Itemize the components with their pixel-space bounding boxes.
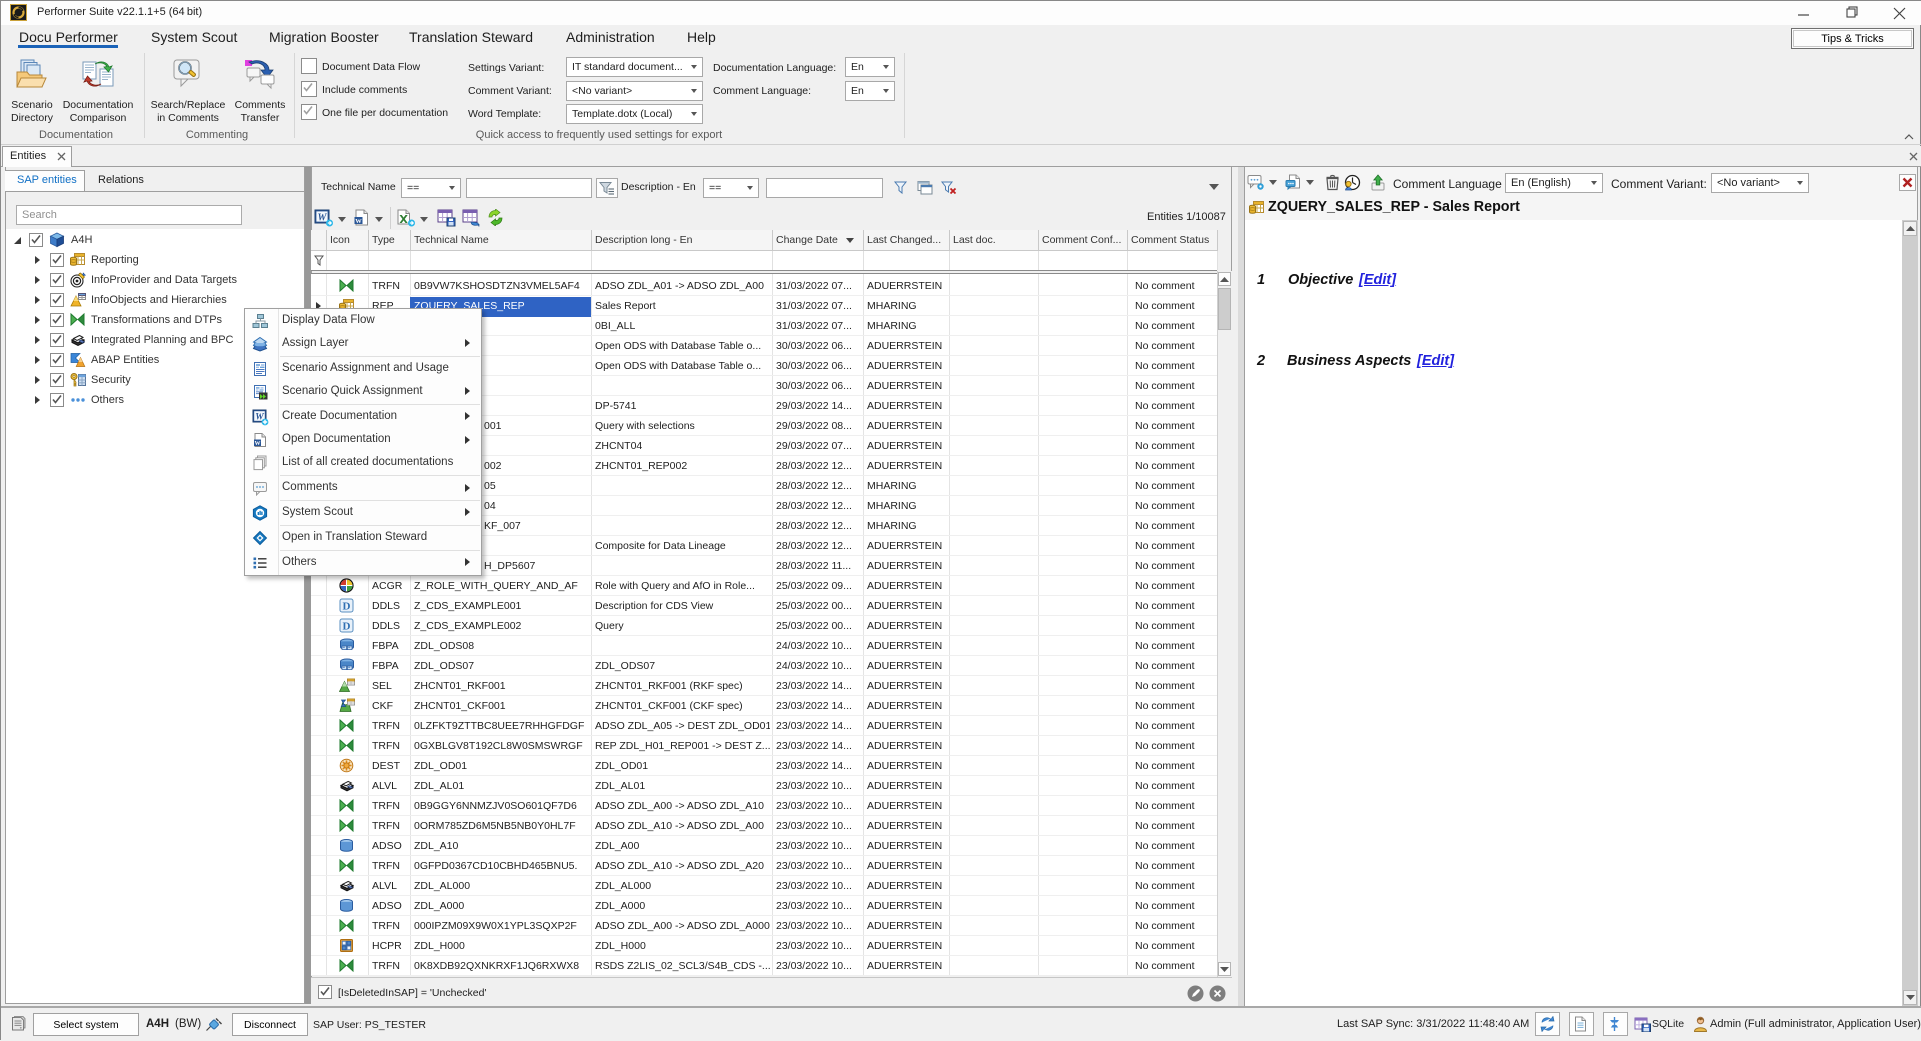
svg-text:W: W (318, 213, 328, 224)
svg-text:D: D (343, 601, 351, 613)
svg-text:D: D (343, 621, 351, 633)
svg-text:W: W (355, 218, 362, 225)
svg-text:W: W (255, 441, 261, 447)
